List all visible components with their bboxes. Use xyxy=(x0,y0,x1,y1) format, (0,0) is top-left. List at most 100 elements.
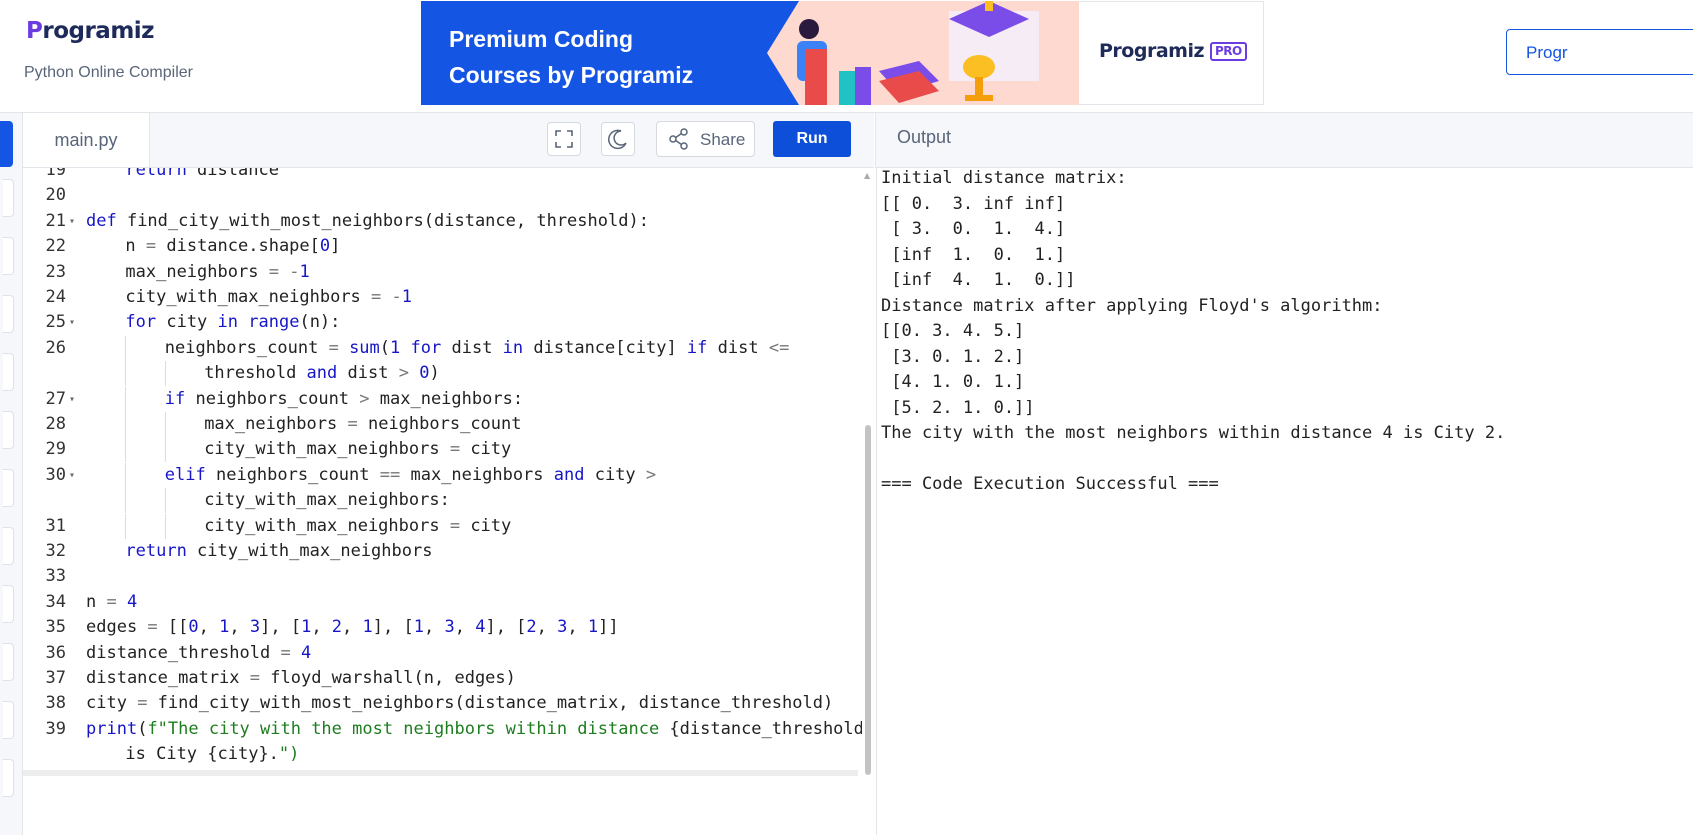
indent-guide xyxy=(125,488,127,514)
code-text: city = find_city_with_most_neighbors(dis… xyxy=(86,693,834,714)
code-text: elif neighbors_count == max_neighbors an… xyxy=(164,464,657,485)
indent-guide xyxy=(125,335,127,361)
sidebar-item[interactable] xyxy=(3,353,14,391)
fold-toggle-icon[interactable]: ▾ xyxy=(69,463,75,488)
code-line[interactable]: 23 max_neighbors = -1 xyxy=(23,260,868,285)
code-text: n = 4 xyxy=(86,591,138,612)
code-line[interactable]: 28 max_neighbors = neighbors_count xyxy=(23,412,868,437)
share-button[interactable]: Share xyxy=(656,121,755,157)
code-text: city_with_max_neighbors = -1 xyxy=(125,287,413,307)
sidebar-item[interactable] xyxy=(3,295,14,333)
line-number: 27 xyxy=(45,388,66,409)
output-line: [4. 1. 0. 1.] xyxy=(881,372,1025,392)
code-text: edges = [[0, 1, 3], [1, 2, 1], [1, 3, 4]… xyxy=(86,617,619,638)
code-line[interactable]: threshold and dist > 0) xyxy=(23,361,868,387)
indent-guide xyxy=(125,513,127,539)
code-line[interactable]: 34 n = 4 xyxy=(23,590,868,615)
code-line[interactable]: 19 return distance xyxy=(23,168,868,183)
sidebar-item[interactable] xyxy=(3,469,14,507)
scroll-up-icon[interactable]: ▲ xyxy=(864,171,870,180)
code-text: return city_with_max_neighbors xyxy=(125,541,433,561)
line-number: 22 xyxy=(45,236,66,257)
programiz-logo[interactable]: Programiz xyxy=(26,18,155,44)
code-text: city_with_max_neighbors = city xyxy=(204,439,512,460)
code-line[interactable]: 37 distance_matrix = floyd_warshall(n, ed… xyxy=(23,666,868,691)
line-number: 35 xyxy=(45,617,66,638)
sidebar-item[interactable] xyxy=(3,759,14,797)
code-line[interactable]: 25 ▾ for city in range(n): xyxy=(23,310,868,335)
sidebar-item[interactable] xyxy=(3,237,14,275)
output-header: Output xyxy=(875,113,1693,168)
output-line: [5. 2. 1. 0.]] xyxy=(881,397,1035,418)
code-text: max_neighbors = neighbors_count xyxy=(204,414,522,434)
code-line[interactable]: 29 city_with_max_neighbors = city xyxy=(23,437,868,463)
code-line[interactable]: city_with_max_neighbors: xyxy=(23,488,868,514)
code-line[interactable]: 35 edges = [[0, 1, 3], [1, 2, 1], [1, 3, … xyxy=(23,615,868,640)
code-line[interactable]: 30 ▾ elif neighbors_count == max_neighbors… xyxy=(23,462,868,488)
banner-headline: Premium Coding Courses by Programiz xyxy=(449,21,693,93)
sidebar-item[interactable] xyxy=(3,527,14,565)
indent-guide xyxy=(164,513,166,539)
banner-text-panel: Premium Coding Courses by Programiz xyxy=(421,1,739,105)
line-number: 38 xyxy=(45,693,66,714)
code-line[interactable]: 27 ▾ if neighbors_count > max_neighbors: xyxy=(23,386,868,412)
code-text: n = distance.shape[0] xyxy=(125,236,341,257)
editor-toolbar: main.py Share Run xyxy=(23,113,874,168)
output-console: Initial distance matrix: [[ 0. 3. inf inf… xyxy=(876,168,1693,835)
fold-toggle-icon[interactable]: ▾ xyxy=(69,209,75,234)
tab-main-py[interactable]: main.py xyxy=(23,113,150,167)
code-line[interactable]: 32 return city_with_max_neighbors xyxy=(23,539,868,564)
page-subtitle: Python Online Compiler xyxy=(24,64,193,81)
fold-toggle-icon[interactable]: ▾ xyxy=(69,310,75,335)
programiz-pro-logo: Programiz PRO xyxy=(1099,40,1247,62)
indent-guide xyxy=(125,437,127,463)
run-button[interactable]: Run xyxy=(773,121,851,157)
code-text: distance_matrix = floyd_warshall(n, edge… xyxy=(86,668,516,688)
editor-horizontal-scrollbar[interactable] xyxy=(23,770,858,776)
code-text: max_neighbors = -1 xyxy=(125,261,310,282)
banner-illustration xyxy=(739,1,1079,105)
code-line[interactable]: 22 n = distance.shape[0] xyxy=(23,234,868,259)
output-line: The city with the most neighbors within … xyxy=(881,423,1506,443)
output-line: [inf 4. 1. 0.]] xyxy=(881,270,1076,290)
line-number: 23 xyxy=(45,261,66,282)
code-editor[interactable]: 19 return distance 20 21 ▾ def find_city_with… xyxy=(23,168,868,770)
indent-guide xyxy=(125,361,127,387)
line-number: 33 xyxy=(45,566,66,587)
sidebar-item[interactable] xyxy=(3,643,14,681)
indent-guide xyxy=(164,412,166,437)
output-line: [[0. 3. 4. 5.] xyxy=(881,321,1025,341)
sidebar-item[interactable] xyxy=(3,179,14,217)
code-line[interactable]: 26 neighbors_count = sum(1 for dist in di… xyxy=(23,335,868,361)
code-line[interactable]: is City {city}.") xyxy=(23,742,868,767)
code-line[interactable]: 33 xyxy=(23,564,868,589)
fullscreen-button[interactable] xyxy=(547,122,581,156)
logo-text: rogramiz xyxy=(42,18,155,44)
sidebar-item-python[interactable] xyxy=(0,121,13,167)
editor-scrollbar-thumb[interactable] xyxy=(865,425,871,775)
dark-mode-icon xyxy=(608,129,627,150)
sidebar-item[interactable] xyxy=(3,585,14,623)
promo-banner[interactable]: Premium Coding Courses by Programiz Prog… xyxy=(421,1,1264,105)
code-text: city_with_max_neighbors = city xyxy=(204,515,512,536)
sidebar-item[interactable] xyxy=(3,411,14,449)
code-line[interactable]: 31 city_with_max_neighbors = city xyxy=(23,513,868,539)
code-text: print(f"The city with the most neighbors… xyxy=(86,718,868,739)
line-number: 32 xyxy=(45,541,66,561)
output-line: === Code Execution Successful === xyxy=(881,474,1219,494)
code-text: city_with_max_neighbors: xyxy=(204,490,450,511)
code-line[interactable]: 38 city = find_city_with_most_neighbors(d… xyxy=(23,691,868,716)
pro-logo-text: Programiz xyxy=(1099,40,1205,62)
fold-toggle-icon[interactable]: ▾ xyxy=(69,387,75,412)
code-text: def find_city_with_most_neighbors(distan… xyxy=(86,210,649,231)
code-line[interactable]: 39 print(f"The city with the most neighbo… xyxy=(23,717,868,742)
code-line[interactable]: 36 distance_threshold = 4 xyxy=(23,641,868,666)
dark-mode-button[interactable] xyxy=(601,122,635,156)
code-line[interactable]: 21 ▾ def find_city_with_most_neighbors(dis… xyxy=(23,209,868,234)
sidebar-item[interactable] xyxy=(3,701,14,739)
indent-guide xyxy=(164,437,166,463)
code-line[interactable]: 20 xyxy=(23,183,868,208)
code-line[interactable]: 24 city_with_max_neighbors = -1 xyxy=(23,285,868,310)
banner-line-2: Courses by Programiz xyxy=(449,62,694,88)
programiz-pro-button[interactable]: Progr xyxy=(1506,29,1693,75)
